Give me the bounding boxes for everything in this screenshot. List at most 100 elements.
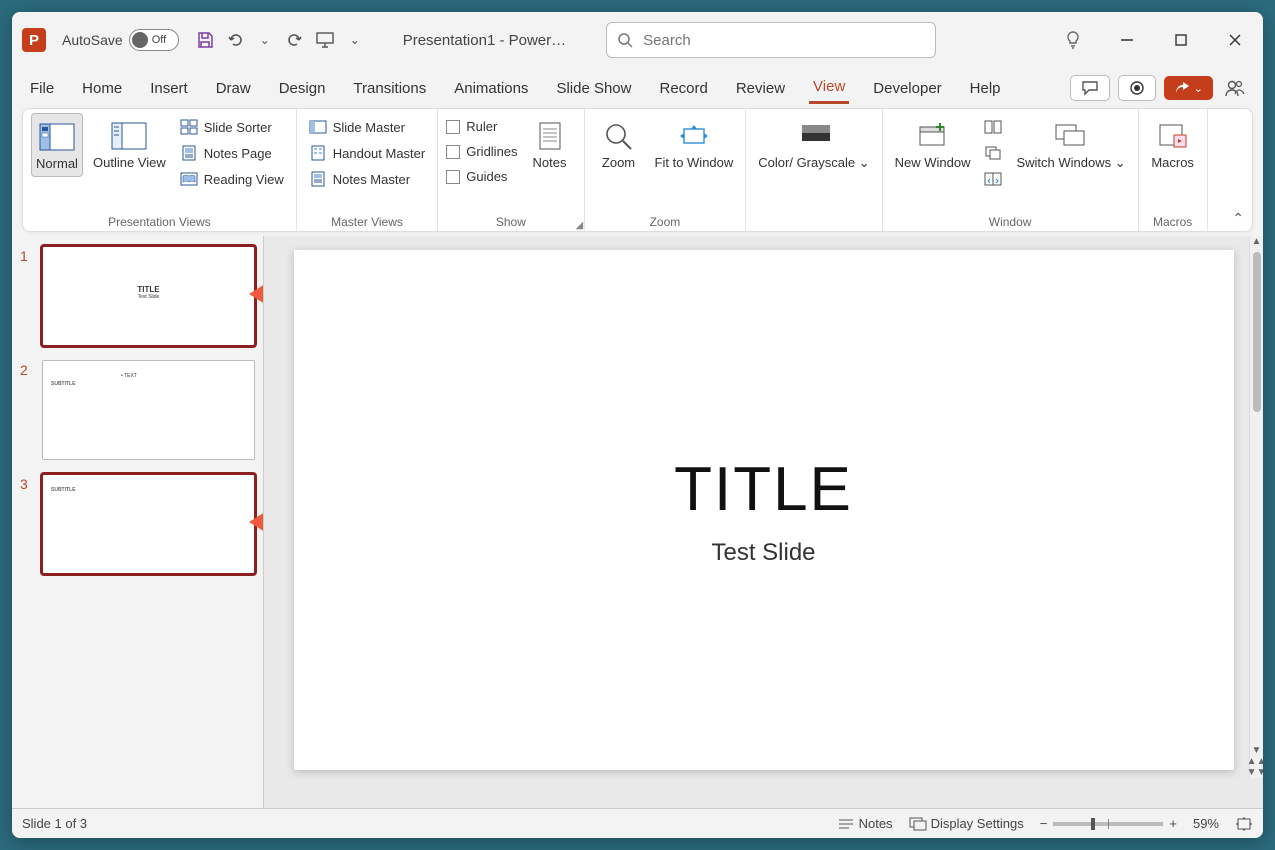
redo-button[interactable] [283,28,307,52]
autosave-toggle[interactable]: Off [129,29,179,51]
switch-windows-button[interactable]: Switch Windows ⌄ [1012,113,1129,175]
app-icon: P [22,28,46,52]
scroll-thumb[interactable] [1253,252,1261,412]
status-bar: Slide 1 of 3 Notes Display Settings − + … [12,808,1263,838]
slide-subtitle-text[interactable]: Test Slide [711,539,815,567]
tab-home[interactable]: Home [78,74,126,103]
thumbnail-slide-3[interactable]: SUBTITLE [42,474,255,574]
maximize-button[interactable] [1163,22,1199,58]
group-color-grayscale: Color/ Grayscale ⌄ [746,109,882,231]
thumbnail-slide-1[interactable]: TITLE Test Slide [42,246,255,346]
thumbnail-row-1: 1 TITLE Test Slide [20,246,255,346]
notes-master-button[interactable]: Notes Master [305,169,430,189]
zoom-out-button[interactable]: − [1040,816,1048,831]
new-window-button[interactable]: New Window [891,113,975,175]
notes-page-button[interactable]: Notes Page [176,143,288,163]
zoom-track[interactable] [1053,822,1163,826]
tab-insert[interactable]: Insert [146,74,192,103]
normal-icon [39,122,75,152]
thumbnail-pane[interactable]: 1 TITLE Test Slide 2 SUBTITLE • TEXT 3 S… [12,236,264,808]
tab-help[interactable]: Help [966,74,1005,103]
vertical-scrollbar[interactable]: ▲ ▼ ▲▲ ▼▼ [1249,236,1263,778]
slide-master-button[interactable]: Slide Master [305,117,430,137]
zoom-slider[interactable]: − + [1040,816,1177,831]
view-outline-button[interactable]: Outline View [89,113,170,175]
tab-animations[interactable]: Animations [450,74,532,103]
autosave-state: Off [152,34,166,46]
handout-master-icon [309,145,327,161]
search-input[interactable] [643,32,925,49]
account-button[interactable] [1221,78,1249,98]
tab-slide-show[interactable]: Slide Show [552,74,635,103]
zoom-percent[interactable]: 59% [1193,816,1219,831]
undo-button[interactable] [223,28,247,52]
close-button[interactable] [1217,22,1253,58]
tab-developer[interactable]: Developer [869,74,945,103]
zoom-thumb[interactable] [1091,818,1095,830]
view-normal-button[interactable]: Normal [31,113,83,177]
thumbnail-number: 3 [20,474,36,492]
slide-title-text[interactable]: TITLE [674,454,853,525]
collapse-ribbon-button[interactable]: ⌃ [1232,210,1244,227]
recording-button[interactable] [1118,75,1156,101]
fit-to-window-button[interactable]: Fit to Window [651,113,738,175]
switch-windows-icon [1053,121,1089,151]
thumbnail-slide-2[interactable]: SUBTITLE • TEXT [42,360,255,460]
tab-transitions[interactable]: Transitions [349,74,430,103]
zoom-in-button[interactable]: + [1169,816,1177,831]
share-button[interactable]: ⌄ [1164,76,1213,100]
display-settings-button[interactable]: Display Settings [909,816,1024,831]
gridlines-checkbox[interactable]: Gridlines [446,142,517,161]
group-zoom: Zoom Fit to Window Zoom [585,109,747,231]
move-split-button[interactable] [980,169,1006,189]
notes-icon [532,121,568,151]
title-bar: P AutoSave Off ⌄ ⌄ Presentation1 - Power… [12,12,1263,68]
reading-view-button[interactable]: Reading View [176,169,288,189]
cascade-button[interactable] [980,143,1006,163]
comments-button[interactable] [1070,75,1110,101]
qat-customize[interactable]: ⌄ [343,28,367,52]
color-grayscale-button[interactable]: Color/ Grayscale ⌄ [754,113,873,175]
handout-master-button[interactable]: Handout Master [305,143,430,163]
outline-icon [111,121,147,151]
fit-slide-button[interactable] [1235,816,1253,832]
cascade-icon [984,145,1002,161]
help-lightbulb-icon[interactable] [1055,22,1091,58]
notes-pane-button[interactable]: Notes [524,113,576,175]
tab-review[interactable]: Review [732,74,789,103]
tab-file[interactable]: File [26,74,58,103]
group-macros: Macros Macros [1139,109,1208,231]
zoom-button[interactable]: Zoom [593,113,645,175]
group-window: New Window Switch Windows ⌄ Window [883,109,1139,231]
prev-slide-icon[interactable]: ▲▲ [1247,756,1263,767]
thumbnail-number: 2 [20,360,36,378]
arrange-all-button[interactable] [980,117,1006,137]
present-from-start-button[interactable] [313,28,337,52]
slide-edit-area[interactable]: TITLE Test Slide ▲ ▼ ▲▲ ▼▼ [264,236,1263,808]
tab-view[interactable]: View [809,72,849,104]
next-slide-icon[interactable]: ▼▼ [1247,767,1263,778]
guides-checkbox[interactable]: Guides [446,167,517,186]
slide-counter[interactable]: Slide 1 of 3 [22,816,87,831]
notes-toggle-button[interactable]: Notes [837,816,893,831]
tab-record[interactable]: Record [655,74,711,103]
move-split-icon [984,171,1002,187]
undo-dropdown[interactable]: ⌄ [253,28,277,52]
ruler-checkbox[interactable]: Ruler [446,117,517,136]
save-button[interactable] [193,28,217,52]
search-box[interactable] [606,22,936,58]
show-dialog-launcher[interactable]: ◢ [576,220,588,232]
scroll-down-icon[interactable]: ▼ [1252,745,1262,756]
tab-design[interactable]: Design [275,74,330,103]
tab-draw[interactable]: Draw [212,74,255,103]
minimize-button[interactable] [1109,22,1145,58]
window-title: Presentation1 - Power… [403,32,566,49]
group-label-macros: Macros [1147,213,1199,231]
group-label-color [754,213,873,231]
arrange-all-icon [984,119,1002,135]
slide-canvas[interactable]: TITLE Test Slide [294,250,1234,770]
macros-button[interactable]: Macros [1147,113,1199,175]
slide-master-icon [309,119,327,135]
scroll-up-icon[interactable]: ▲ [1252,236,1262,250]
slide-sorter-button[interactable]: Slide Sorter [176,117,288,137]
